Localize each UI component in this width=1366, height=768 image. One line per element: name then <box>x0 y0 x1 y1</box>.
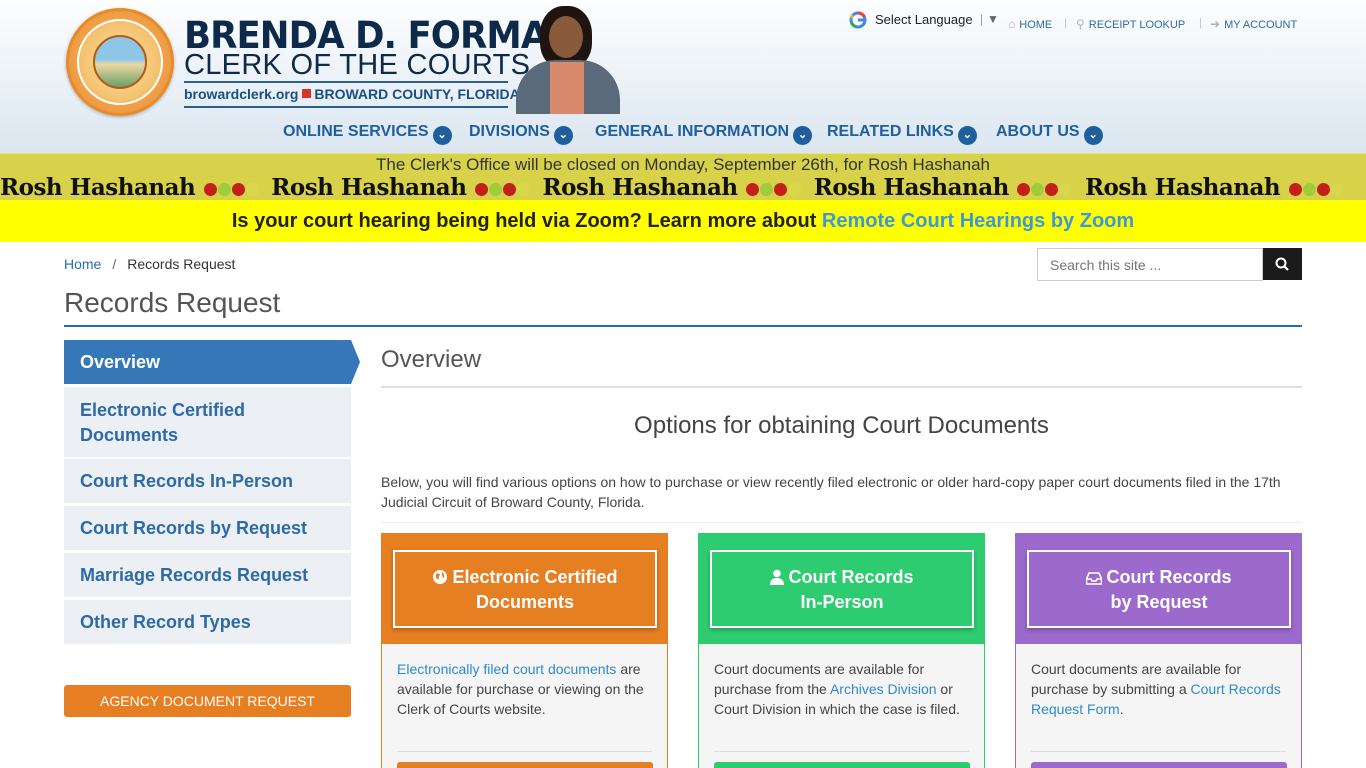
rosh-hashanah-marquee: Rosh Hashanah Rosh Hashanah Rosh Hashana… <box>0 176 1366 200</box>
nav-online-services[interactable]: ONLINE SERVICES ⌄ <box>283 123 452 145</box>
nav-related-links[interactable]: RELATED LINKS ⌄ <box>827 123 977 145</box>
section-rule <box>381 386 1302 388</box>
site-url: browardclerk.org <box>184 86 299 102</box>
google-icon <box>849 11 867 29</box>
card-action-button[interactable] <box>714 762 970 768</box>
nav-divisions[interactable]: DIVISIONS ⌄ <box>469 123 573 145</box>
electronic-certified-button[interactable]: Electronic Certified Documents <box>393 550 657 628</box>
by-request-button[interactable]: Court Records by Request <box>1027 550 1291 628</box>
search-input[interactable] <box>1037 248 1263 281</box>
card-body: Court documents are available for purcha… <box>699 644 984 768</box>
card-in-person: Court Records In-Person Court documents a… <box>698 533 985 768</box>
apple-icon <box>746 183 760 196</box>
in-person-button[interactable]: Court Records In-Person <box>710 550 974 628</box>
inbox-icon <box>1086 572 1103 585</box>
zoom-question: Is your court hearing being held via Zoo… <box>231 210 822 232</box>
red-square-icon <box>302 89 312 98</box>
breadcrumb-current: Records Request <box>127 256 236 272</box>
marquee-text: Rosh Hashanah <box>1084 176 1281 200</box>
title-divider-bottom <box>184 106 508 108</box>
home-icon: ⌂ <box>1008 17 1016 31</box>
clerk-portrait <box>512 6 622 114</box>
archives-division-link[interactable]: Archives Division <box>830 681 937 697</box>
sign-in-icon: ➜ <box>1210 17 1221 31</box>
chevron-down-icon: ⌄ <box>1083 126 1103 145</box>
options-heading: Options for obtaining Court Documents <box>634 412 1049 439</box>
intro-rule <box>381 522 1302 523</box>
breadcrumb-home[interactable]: Home <box>64 256 101 272</box>
chevron-down-icon: ⌄ <box>793 126 813 145</box>
language-select[interactable]: Select Language <box>875 12 973 27</box>
card-by-request: Court Records by Request Court documents … <box>1015 533 1302 768</box>
section-title: Overview <box>381 346 482 373</box>
user-icon <box>770 569 785 585</box>
link-divider: | <box>1064 17 1067 29</box>
card-body: Court documents are available for purcha… <box>1016 644 1301 768</box>
language-divider: | <box>980 12 984 26</box>
chevron-down-icon: ⌄ <box>553 126 573 145</box>
clerk-title[interactable]: CLERK OF THE COURTS <box>184 49 530 82</box>
marquee-text: Rosh Hashanah <box>271 176 467 200</box>
search-button[interactable] <box>1263 248 1302 280</box>
sidebar-item-by-request[interactable]: Court Records by Request <box>64 506 351 550</box>
globe-icon <box>433 570 448 584</box>
marquee-text: Rosh Hashanah <box>542 176 738 200</box>
electronic-docs-link[interactable]: Electronically filed court documents <box>397 661 616 677</box>
breadcrumb: Home / Records Request <box>64 256 235 272</box>
apple-icon <box>203 183 217 196</box>
clerk-seal-logo[interactable] <box>66 8 174 116</box>
nav-general-information[interactable]: GENERAL INFORMATION ⌄ <box>595 123 813 145</box>
closure-notice-banner: The Clerk's Office will be closed on Mon… <box>0 153 1366 176</box>
site-url-line: browardclerk.org BROWARD COUNTY, FLORIDA <box>184 86 520 102</box>
marquee-text: Rosh Hashanah <box>813 176 1010 200</box>
county-label: BROWARD COUNTY, FLORIDA <box>314 86 520 102</box>
caret-down-icon[interactable]: ▼ <box>987 12 999 26</box>
apple-icon <box>474 183 488 196</box>
sidebar-item-electronic-certified[interactable]: Electronic Certified Documents <box>64 387 351 457</box>
agency-document-request-button[interactable]: AGENCY DOCUMENT REQUEST <box>64 685 351 717</box>
sidebar-item-in-person[interactable]: Court Records In-Person <box>64 459 351 503</box>
card-action-button[interactable] <box>397 762 653 768</box>
site-header: BRENDA D. FORMAN CLERK OF THE COURTS bro… <box>0 0 1366 153</box>
title-divider <box>184 81 508 83</box>
card-electronic-certified: Electronic Certified Documents Electronic… <box>381 533 668 768</box>
page-title: Records Request <box>64 287 281 318</box>
apple-icon <box>1288 183 1302 196</box>
zoom-hearing-banner: Is your court hearing being held via Zoo… <box>0 200 1366 242</box>
link-divider: | <box>1199 17 1202 29</box>
intro-paragraph: Below, you will find various options on … <box>381 474 1281 510</box>
apple-icon <box>1017 183 1031 196</box>
sidebar-item-other[interactable]: Other Record Types <box>64 600 351 644</box>
zoom-hearings-link[interactable]: Remote Court Hearings by Zoom <box>822 210 1134 232</box>
search-icon <box>1275 257 1289 271</box>
nav-about-us[interactable]: ABOUT US ⌄ <box>996 123 1103 145</box>
sidebar-item-marriage[interactable]: Marriage Records Request <box>64 553 351 597</box>
main-nav: ONLINE SERVICES ⌄ DIVISIONS ⌄ GENERAL INFO… <box>0 120 1366 145</box>
breadcrumb-separator: / <box>112 256 117 272</box>
search-icon: ⚲ <box>1076 17 1085 31</box>
receipt-lookup-link[interactable]: ⚲ RECEIPT LOOKUP <box>1076 17 1185 31</box>
my-account-link[interactable]: ➜ MY ACCOUNT <box>1210 17 1297 31</box>
card-body: Electronically filed court documents are… <box>382 644 667 768</box>
card-action-button[interactable] <box>1031 762 1287 768</box>
chevron-down-icon: ⌄ <box>957 126 977 145</box>
page-title-rule <box>64 325 1302 327</box>
chevron-down-icon: ⌄ <box>432 126 452 145</box>
home-link[interactable]: ⌂ HOME <box>1008 17 1052 31</box>
marquee-text: Rosh Hashanah <box>0 176 196 200</box>
sidebar-item-overview[interactable]: Overview <box>64 340 360 384</box>
